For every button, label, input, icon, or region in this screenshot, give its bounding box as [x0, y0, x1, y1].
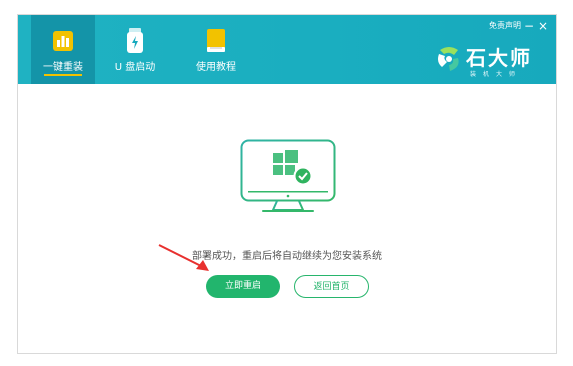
minimize-button[interactable]: −	[524, 20, 534, 32]
nav-item-tutorial[interactable]: 使用教程	[184, 15, 248, 84]
usb-drive-icon	[127, 28, 143, 53]
disclaimer-link[interactable]: 免责声明	[489, 21, 521, 31]
nav-item-usb-boot[interactable]: U 盘启动	[103, 15, 167, 84]
status-message: 部署成功，重启后将自动继续为您安装系统	[192, 251, 382, 262]
nav-item-label: U 盘启动	[114, 62, 156, 73]
brand-logo: 石大师 装机大师	[436, 41, 536, 79]
active-tab-indicator	[44, 74, 82, 76]
close-button[interactable]: ×	[538, 20, 548, 32]
back-to-home-button[interactable]: 返回首页	[294, 275, 369, 298]
nav-item-one-click-reinstall[interactable]: 一键重装	[31, 15, 95, 84]
nav-item-label: 使用教程	[196, 62, 236, 73]
brand-mark-icon	[438, 47, 459, 71]
restart-now-button[interactable]: 立即重启	[206, 275, 280, 298]
app-window: 一键重装 U 盘启动 使用教程 免责声明 − × 石大师 装机大师 部署成功，重…	[17, 14, 557, 354]
book-icon	[207, 29, 225, 52]
bar-chart-icon	[53, 31, 73, 51]
brand-subtitle: 装机大师	[470, 71, 523, 78]
monitor-success-icon	[240, 139, 336, 212]
brand-name: 石大师	[466, 46, 532, 70]
red-arrow-annotation	[158, 244, 209, 271]
nav-item-label: 一键重装	[43, 62, 83, 73]
title-bar: 一键重装 U 盘启动 使用教程 免责声明 − × 石大师 装机大师	[18, 15, 556, 84]
main-content: 部署成功，重启后将自动继续为您安装系统 立即重启 返回首页	[18, 84, 556, 355]
